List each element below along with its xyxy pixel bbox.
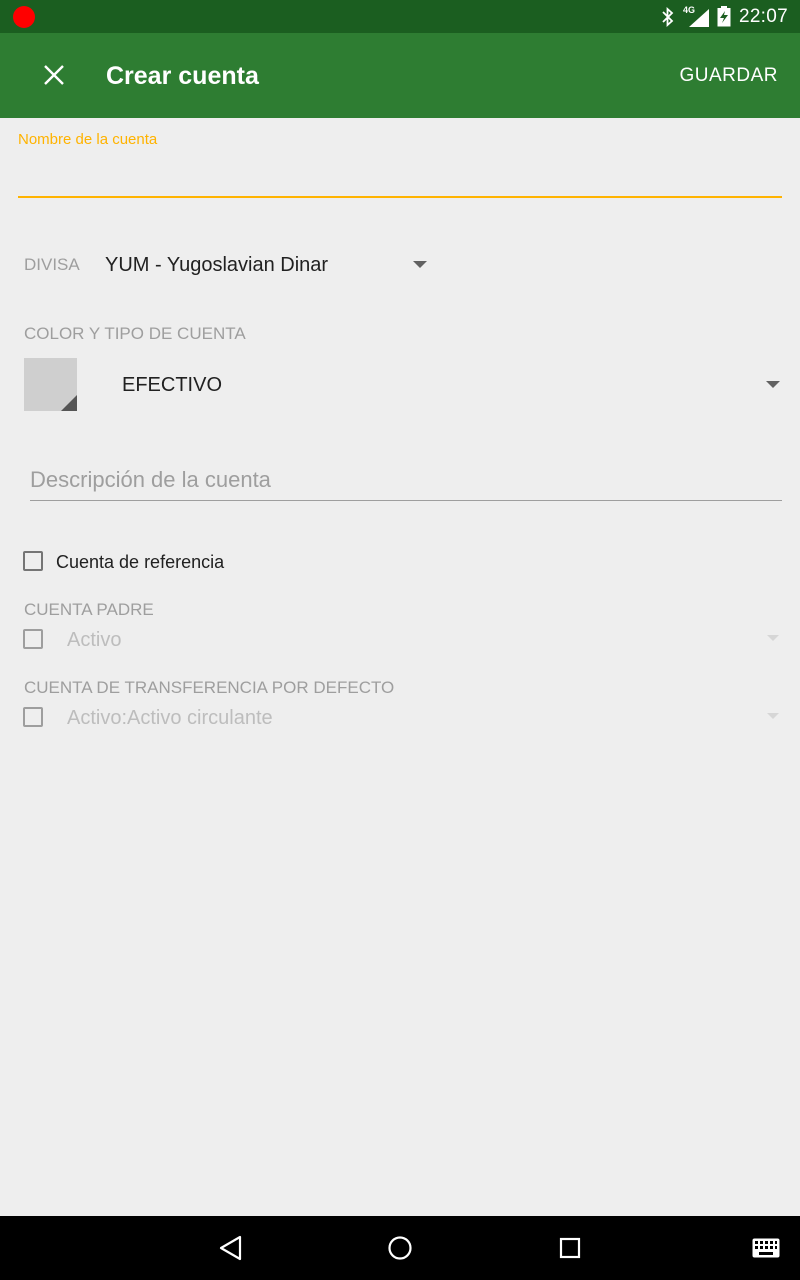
bluetooth-icon <box>662 6 674 27</box>
parent-account-dropdown-arrow-icon[interactable] <box>767 635 779 641</box>
save-button[interactable]: GUARDAR <box>679 33 778 118</box>
recents-icon <box>559 1237 581 1259</box>
reference-account-checkbox[interactable] <box>23 551 43 571</box>
home-icon <box>388 1236 412 1260</box>
keyboard-icon <box>752 1238 780 1258</box>
battery-charging-icon <box>717 6 731 27</box>
description-input[interactable] <box>30 460 782 501</box>
default-transfer-label: CUENTA DE TRANSFERENCIA POR DEFECTO <box>24 678 395 697</box>
default-transfer-select[interactable]: Activo:Activo circulante <box>67 707 273 730</box>
home-button[interactable] <box>368 1216 432 1280</box>
recents-button[interactable] <box>538 1216 602 1280</box>
navigation-bar <box>0 1216 800 1280</box>
parent-account-checkbox[interactable] <box>23 629 43 649</box>
account-type-select[interactable]: EFECTIVO <box>122 374 222 397</box>
default-transfer-dropdown-arrow-icon[interactable] <box>767 713 779 719</box>
currency-dropdown-arrow-icon[interactable] <box>413 261 427 268</box>
close-icon <box>44 65 64 85</box>
page-title: Crear cuenta <box>106 62 259 90</box>
account-name-input[interactable] <box>18 150 782 198</box>
parent-account-label: CUENTA PADRE <box>24 600 154 619</box>
account-name-label: Nombre de la cuenta <box>18 131 158 148</box>
color-type-label: COLOR Y TIPO DE CUENTA <box>24 324 246 343</box>
color-swatch-button[interactable] <box>24 358 77 411</box>
status-icons: 4G 22:07 <box>661 0 788 33</box>
keyboard-switch-button[interactable] <box>734 1216 798 1280</box>
account-type-dropdown-arrow-icon[interactable] <box>766 381 780 388</box>
record-dot-icon <box>13 6 35 28</box>
swatch-corner-icon <box>61 395 77 411</box>
reference-account-label[interactable]: Cuenta de referencia <box>56 552 224 573</box>
back-icon <box>219 1235 242 1261</box>
signal-icon: 4G <box>683 5 709 27</box>
toolbar: Crear cuenta GUARDAR <box>0 33 800 118</box>
currency-select[interactable]: YUM - Yugoslavian Dinar <box>105 254 328 277</box>
close-button[interactable] <box>30 51 78 99</box>
status-bar: 4G 22:07 <box>0 0 800 33</box>
back-button[interactable] <box>199 1216 263 1280</box>
parent-account-select[interactable]: Activo <box>67 629 121 652</box>
clock: 22:07 <box>738 5 788 27</box>
default-transfer-checkbox[interactable] <box>23 707 43 727</box>
currency-label: DIVISA <box>24 255 80 274</box>
